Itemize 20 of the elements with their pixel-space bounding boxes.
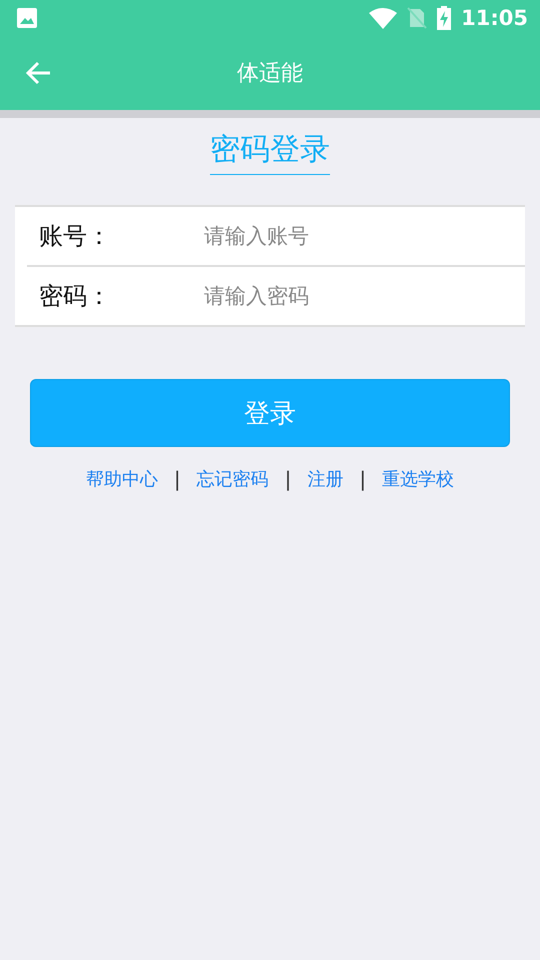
back-arrow-icon[interactable]	[26, 61, 52, 85]
app-title: 体适能	[237, 60, 303, 88]
input-field[interactable]: 请输入密码	[204, 276, 525, 316]
text-link[interactable]: 重选学校	[382, 467, 454, 491]
login-heading: 密码登录	[210, 130, 330, 175]
text-link[interactable]: 帮助中心	[86, 467, 158, 491]
text-link[interactable]: 注册	[307, 467, 344, 491]
link-separator: |	[284, 467, 292, 491]
text-link[interactable]: 忘记密码	[196, 467, 269, 491]
image-icon	[16, 7, 38, 29]
link-separator: |	[359, 467, 366, 491]
field-label: 账号：	[39, 221, 112, 252]
input-field[interactable]: 请输入账号	[204, 216, 525, 256]
battery-icon	[437, 6, 452, 30]
field-label: 密码：	[39, 281, 112, 312]
wifi-icon	[369, 7, 398, 29]
no-sim-icon	[407, 7, 428, 29]
link-separator: |	[174, 467, 181, 491]
status-time: 11:05	[461, 6, 528, 30]
login-button[interactable]: 登录	[30, 379, 510, 447]
